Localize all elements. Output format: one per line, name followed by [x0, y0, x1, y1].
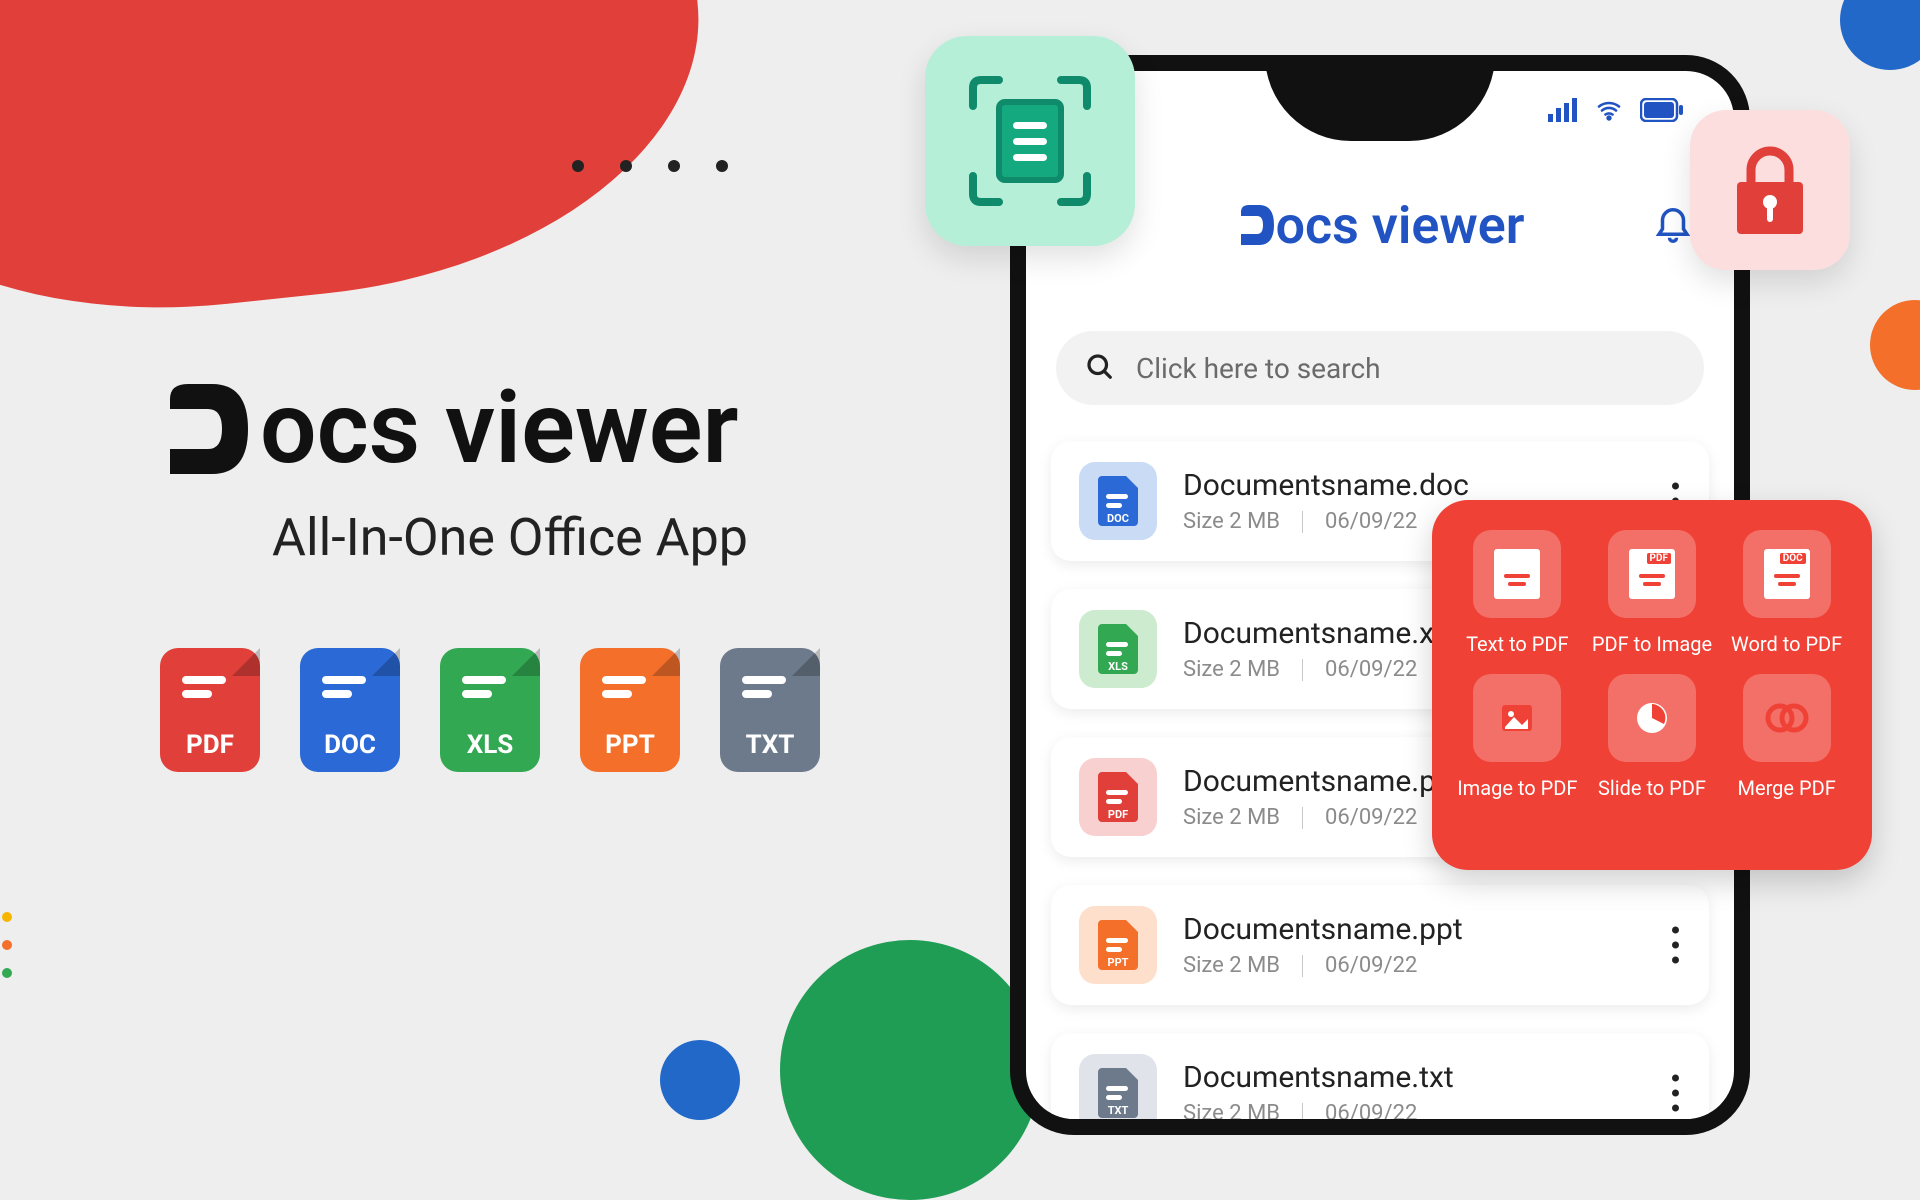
file-meta: Size 2 MB 06/09/22: [1183, 657, 1457, 682]
file-size: Size 2 MB: [1183, 805, 1280, 830]
format-tile-ppt: PPT: [580, 648, 680, 772]
svg-text:XLS: XLS: [1108, 660, 1128, 673]
action-label: Merge PDF: [1738, 776, 1836, 800]
bg-tiny-dots: [2, 912, 12, 978]
bg-blue-dot: [660, 1040, 740, 1120]
svg-text:DOC: DOC: [1107, 512, 1129, 525]
format-label: PPT: [605, 730, 655, 760]
action-image-pdf[interactable]: Image to PDF: [1454, 674, 1581, 800]
file-meta: Size 2 MB 06/09/22: [1183, 509, 1469, 534]
brand-d-icon: [160, 379, 252, 479]
file-name: Documentsname.ppt: [1183, 912, 1463, 947]
brand-text: ocs viewer: [260, 370, 739, 487]
meta-separator: [1302, 955, 1303, 977]
battery-icon: [1640, 98, 1684, 126]
file-row-ppt[interactable]: PPT Documentsname.ppt Size 2 MB 06/09/22: [1051, 885, 1709, 1005]
file-name: Documentsname.xls: [1183, 616, 1457, 651]
action-slide-pdf[interactable]: Slide to PDF: [1589, 674, 1716, 800]
action-label: Image to PDF: [1457, 776, 1577, 800]
file-type-icon: PPT: [1079, 906, 1157, 984]
bg-orange-dot: [1870, 300, 1920, 390]
search-placeholder: Click here to search: [1136, 352, 1381, 385]
action-word-pdf[interactable]: DOC Word to PDF: [1723, 530, 1850, 656]
action-label: Slide to PDF: [1598, 776, 1706, 800]
file-type-icon: TXT: [1079, 1054, 1157, 1132]
action-text-pdf[interactable]: Text to PDF: [1454, 530, 1581, 656]
format-label: TXT: [746, 730, 795, 760]
format-tile-xls: XLS: [440, 648, 540, 772]
file-date: 06/09/22: [1325, 805, 1417, 830]
signal-icon: [1548, 98, 1578, 126]
meta-separator: [1302, 659, 1303, 681]
file-type-icon: DOC: [1079, 462, 1157, 540]
file-date: 06/09/22: [1325, 1101, 1417, 1126]
file-name: Documentsname.pdf: [1183, 764, 1463, 799]
file-date: 06/09/22: [1325, 509, 1417, 534]
action-tile-icon: [1473, 530, 1561, 618]
format-label: XLS: [467, 730, 514, 760]
search-input[interactable]: Click here to search: [1056, 331, 1704, 405]
app-d-icon: [1236, 199, 1276, 260]
meta-separator: [1302, 807, 1303, 829]
format-label: PDF: [186, 730, 234, 760]
svg-text:PDF: PDF: [1108, 808, 1128, 821]
format-label: DOC: [324, 730, 376, 760]
search-icon: [1084, 351, 1114, 385]
scan-badge[interactable]: [925, 36, 1135, 246]
file-size: Size 2 MB: [1183, 1101, 1280, 1126]
svg-text:TXT: TXT: [1108, 1104, 1129, 1117]
format-tile-txt: TXT: [720, 648, 820, 772]
bg-blue-dot-top: [1840, 0, 1920, 70]
action-tile-icon: [1473, 674, 1561, 762]
brand-logo: ocs viewer: [160, 370, 920, 487]
action-merge-pdf[interactable]: Merge PDF: [1723, 674, 1850, 800]
format-row: PDF DOC XLS PPT TXT: [160, 648, 920, 772]
bg-green-arc: [780, 940, 1040, 1200]
meta-separator: [1302, 1103, 1303, 1125]
file-type-icon: XLS: [1079, 610, 1157, 688]
format-tile-doc: DOC: [300, 648, 400, 772]
svg-text:PPT: PPT: [1108, 956, 1129, 969]
action-pdf-image[interactable]: PDF PDF to Image: [1589, 530, 1716, 656]
file-type-icon: PDF: [1079, 758, 1157, 836]
more-menu-icon[interactable]: [1672, 927, 1679, 964]
action-label: PDF to Image: [1592, 632, 1712, 656]
meta-separator: [1302, 511, 1303, 533]
file-meta: Size 2 MB 06/09/22: [1183, 1101, 1454, 1126]
file-meta: Size 2 MB 06/09/22: [1183, 805, 1463, 830]
more-menu-icon[interactable]: [1672, 1075, 1679, 1112]
action-tile-icon: PDF: [1608, 530, 1696, 618]
actions-panel: Text to PDF PDF PDF to Image DOC Word to…: [1432, 500, 1872, 870]
wifi-icon: [1594, 98, 1624, 126]
file-size: Size 2 MB: [1183, 509, 1280, 534]
brand-tagline: All-In-One Office App: [160, 507, 860, 568]
notification-icon[interactable]: [1652, 201, 1694, 247]
file-date: 06/09/22: [1325, 953, 1417, 978]
marketing-block: ocs viewer All-In-One Office App PDF DOC…: [160, 370, 920, 772]
file-meta: Size 2 MB 06/09/22: [1183, 953, 1463, 978]
format-tile-pdf: PDF: [160, 648, 260, 772]
lock-badge[interactable]: [1690, 110, 1850, 270]
action-label: Word to PDF: [1731, 632, 1842, 656]
app-title-text: ocs viewer: [1276, 195, 1525, 256]
bg-four-dots: [572, 160, 728, 172]
file-size: Size 2 MB: [1183, 657, 1280, 682]
action-tile-icon: DOC: [1743, 530, 1831, 618]
bg-red-wave: [0, 0, 724, 346]
file-row-txt[interactable]: TXT Documentsname.txt Size 2 MB 06/09/22: [1051, 1033, 1709, 1135]
file-name: Documentsname.doc: [1183, 468, 1469, 503]
file-date: 06/09/22: [1325, 657, 1417, 682]
file-name: Documentsname.txt: [1183, 1060, 1454, 1095]
file-size: Size 2 MB: [1183, 953, 1280, 978]
action-label: Text to PDF: [1466, 632, 1569, 656]
action-tile-icon: [1743, 674, 1831, 762]
action-tile-icon: [1608, 674, 1696, 762]
